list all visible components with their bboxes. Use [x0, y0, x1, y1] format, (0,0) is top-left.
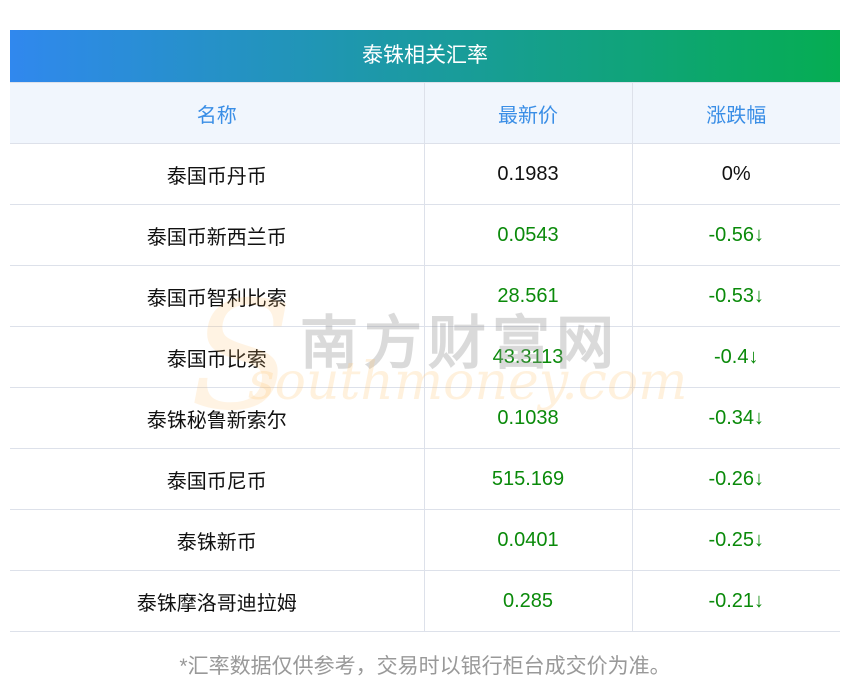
latest-price: 0.1038: [423, 387, 633, 449]
latest-price: 0.1983: [423, 143, 633, 205]
column-header-price: 最新价: [423, 82, 633, 144]
latest-price: 43.3113: [423, 326, 633, 388]
currency-name[interactable]: 泰国币比索: [10, 326, 425, 388]
rate-table: 名称 最新价 涨跌幅 泰国币丹币 0.1983 0% 泰国币新西兰币 0.0543…: [10, 82, 840, 632]
latest-price: 28.561: [423, 265, 633, 327]
currency-name[interactable]: 泰国币丹币: [10, 143, 425, 205]
change-percent: -0.53↓: [631, 265, 840, 327]
change-percent: 0%: [631, 143, 840, 205]
table-row[interactable]: 泰国币比索 43.3113 -0.4↓: [10, 326, 840, 388]
table-row[interactable]: 泰铢新币 0.0401 -0.25↓: [10, 509, 840, 571]
table-row[interactable]: 泰国币尼币 515.169 -0.26↓: [10, 448, 840, 510]
table-row[interactable]: 泰铢摩洛哥迪拉姆 0.285 -0.21↓: [10, 570, 840, 632]
table-header-row: 名称 最新价 涨跌幅: [10, 82, 840, 144]
latest-price: 0.0401: [423, 509, 633, 571]
change-percent: -0.26↓: [631, 448, 840, 510]
column-header-change: 涨跌幅: [631, 82, 840, 144]
panel-title: 泰铢相关汇率: [10, 30, 840, 82]
exchange-rate-panel: 泰铢相关汇率 名称 最新价 涨跌幅 泰国币丹币 0.1983 0% 泰国币新西兰币…: [10, 30, 840, 632]
latest-price: 0.285: [423, 570, 633, 632]
column-header-name: 名称: [10, 82, 425, 144]
change-percent: -0.25↓: [631, 509, 840, 571]
currency-name[interactable]: 泰国币智利比索: [10, 265, 425, 327]
footnote: *汇率数据仅供参考，交易时以银行柜台成交价为准。: [179, 655, 671, 678]
latest-price: 515.169: [423, 448, 633, 510]
latest-price: 0.0543: [423, 204, 633, 266]
change-percent: -0.56↓: [631, 204, 840, 266]
table-row[interactable]: 泰国币智利比索 28.561 -0.53↓: [10, 265, 840, 327]
currency-name[interactable]: 泰铢秘鲁新索尔: [10, 387, 425, 449]
currency-name[interactable]: 泰国币新西兰币: [10, 204, 425, 266]
change-percent: -0.21↓: [631, 570, 840, 632]
table-row[interactable]: 泰国币丹币 0.1983 0%: [10, 143, 840, 205]
currency-name[interactable]: 泰铢摩洛哥迪拉姆: [10, 570, 425, 632]
table-row[interactable]: 泰国币新西兰币 0.0543 -0.56↓: [10, 204, 840, 266]
change-percent: -0.4↓: [631, 326, 840, 388]
table-row[interactable]: 泰铢秘鲁新索尔 0.1038 -0.34↓: [10, 387, 840, 449]
currency-name[interactable]: 泰铢新币: [10, 509, 425, 571]
currency-name[interactable]: 泰国币尼币: [10, 448, 425, 510]
change-percent: -0.34↓: [631, 387, 840, 449]
